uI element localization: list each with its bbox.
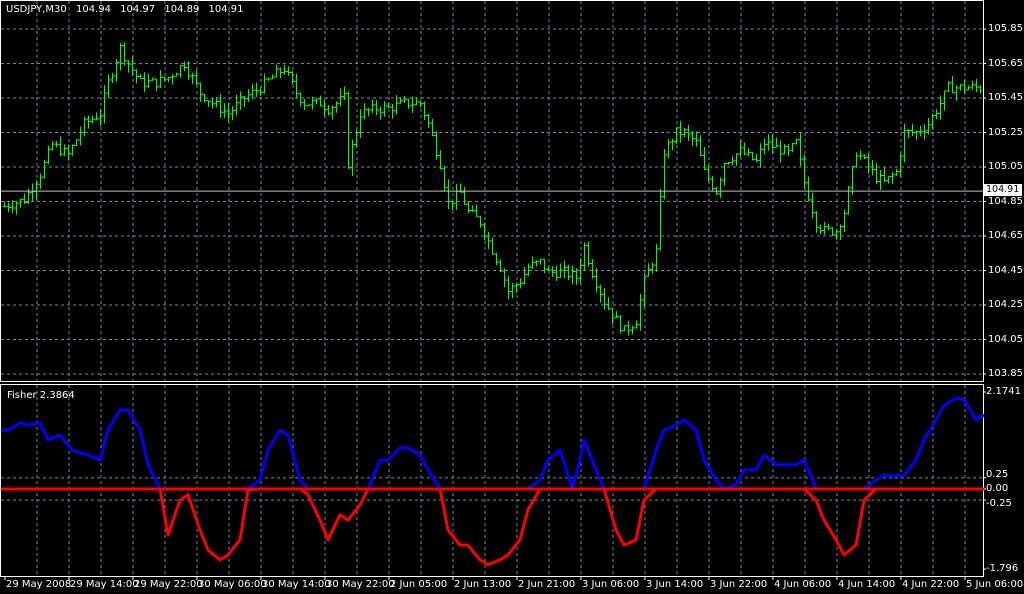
price-axis-label: 103.85 [988,368,1023,379]
indicator-axis-label: -0.25 [986,498,1012,510]
current-price-tag: 104.91 [984,184,1022,196]
time-axis-label: 2 Jun 13:00 [454,579,512,590]
time-axis-label: 4 Jun 22:00 [902,579,960,590]
low-value: 104.89 [164,4,200,15]
price-axis-label: 105.45 [988,92,1023,103]
time-axis-label: 30 May 22:00 [326,579,395,590]
price-axis-label: 104.65 [988,230,1023,241]
price-axis-label: 105.65 [988,57,1023,69]
indicator-label: Fisher 2.3864 [7,390,75,401]
open-value: 104.94 [75,4,111,15]
time-axis-label: 2 Jun 21:00 [518,579,576,590]
price-axis-label: 104.85 [988,195,1023,207]
time-axis-label: 29 May 22:00 [134,579,203,590]
time-axis-label: 5 Jun 06:00 [966,579,1024,590]
price-axis-label: 104.05 [988,333,1023,345]
time-axis-label: 3 Jun 14:00 [646,579,704,590]
price-axis-label: 105.85 [988,23,1023,34]
indicator-axis-label: 0.25 [986,468,1009,480]
time-axis-label: 3 Jun 22:00 [710,579,768,590]
price-axis-label: 104.25 [988,299,1023,310]
indicator-axis-label: 0.00 [986,482,1009,494]
symbol-info: USDJPY,M30 104.94 104.97 104.89 104.91 [6,4,250,15]
time-axis-label: 3 Jun 06:00 [582,579,640,590]
time-axis-label: 4 Jun 06:00 [774,579,832,590]
time-axis-label: 2 Jun 05:00 [390,579,448,590]
time-axis-label: 29 May 14:00 [70,579,139,590]
indicator-axis-label: 2.1741 [986,386,1021,397]
indicator-pane-frame [0,384,984,577]
time-axis-label: 30 May 06:00 [198,579,267,590]
close-value: 104.91 [208,4,244,15]
symbol-label: USDJPY,M30 [6,4,67,15]
high-value: 104.97 [120,4,156,15]
indicator-axis-label: -1.796 [986,563,1019,575]
time-axis-label: 29 May 2008 [6,579,72,590]
price-axis-label: 104.45 [988,264,1023,276]
price-axis-label: 105.05 [988,161,1023,172]
time-axis-label: 30 May 14:00 [262,579,331,590]
chart-canvas[interactable] [0,0,1024,594]
price-axis-label: 105.25 [988,126,1023,138]
time-axis-label: 4 Jun 14:00 [838,579,896,590]
